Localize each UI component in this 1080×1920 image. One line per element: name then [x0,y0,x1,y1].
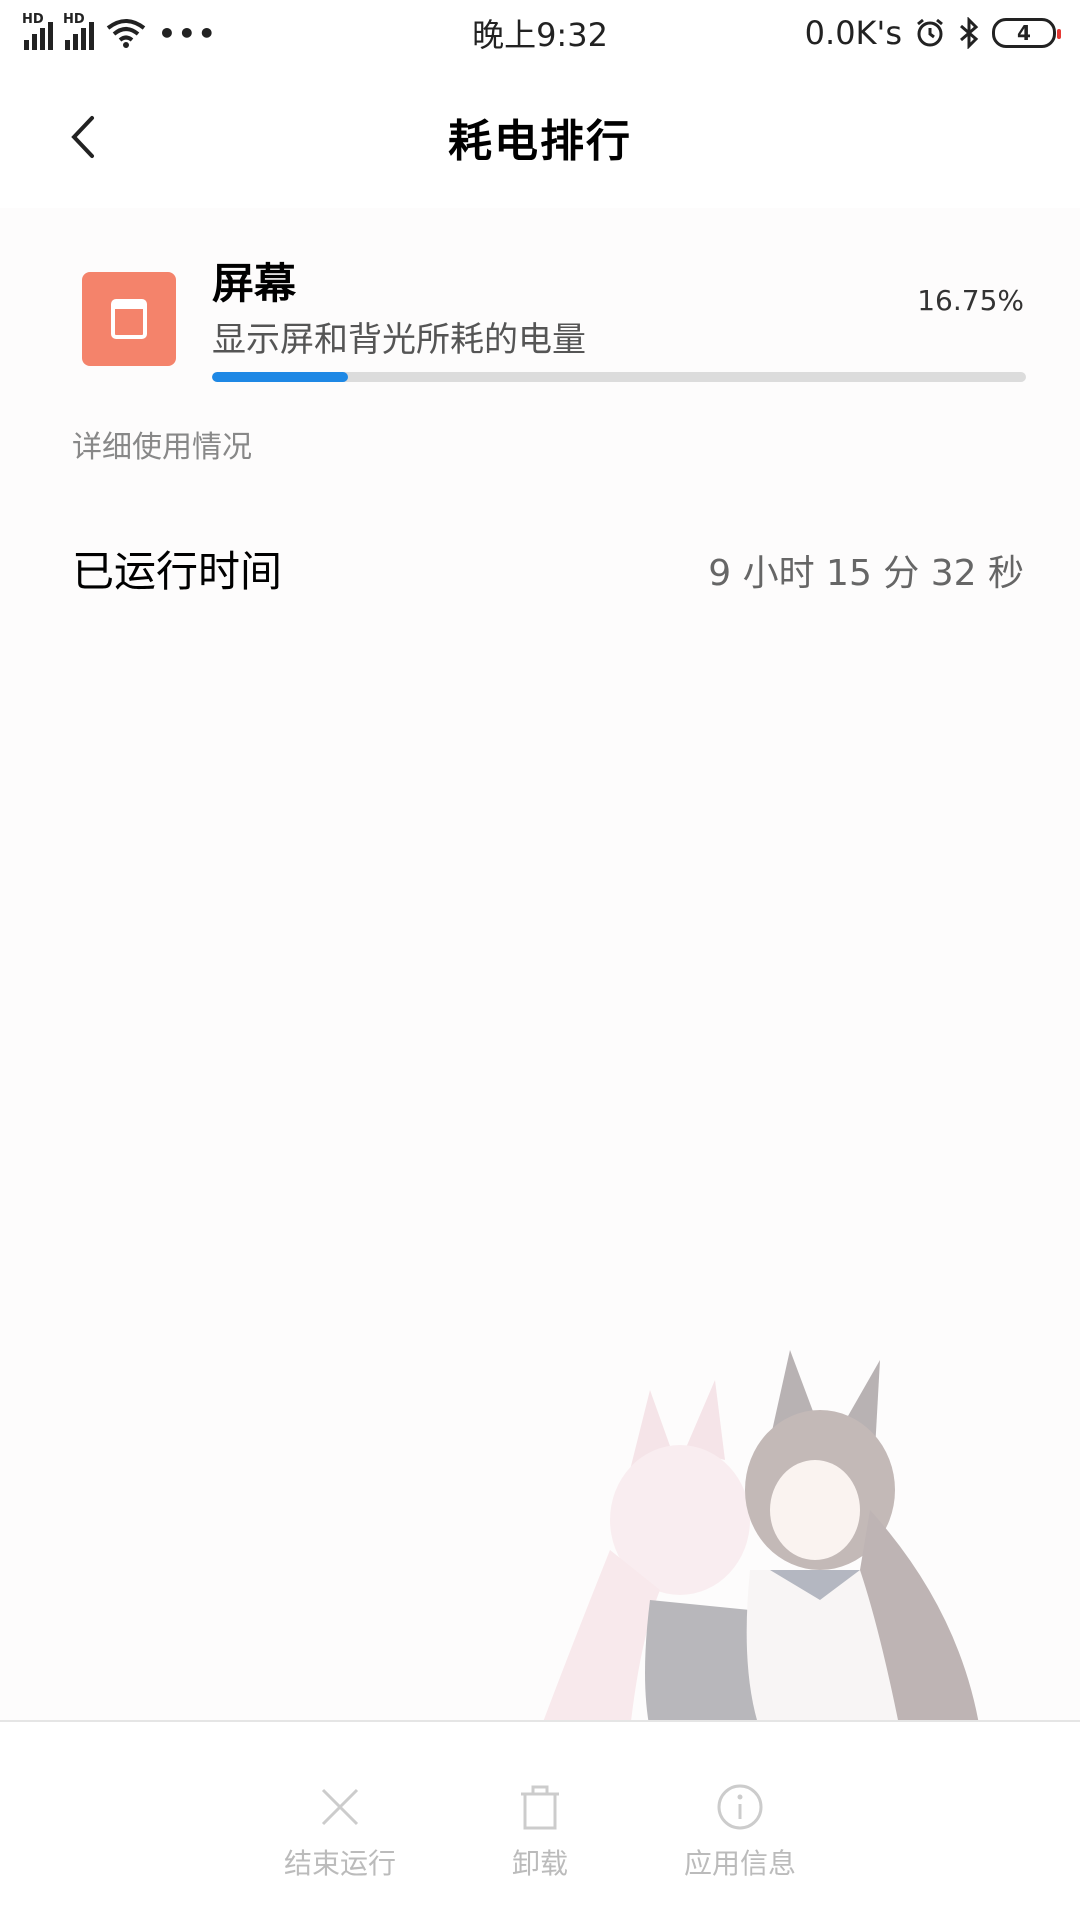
hd-label: HD [22,12,44,27]
cell-signal-icon-2: HD [63,12,94,50]
close-icon [321,1788,359,1826]
trash-icon [521,1785,559,1830]
app-info-button[interactable]: 应用信息 [675,1782,805,1920]
uninstall-label: 卸载 [511,1847,568,1880]
back-button-chevron-left-icon[interactable] [60,112,110,162]
cell-signal-icon: HD [22,12,53,50]
usage-item-screen: 屏幕 显示屏和背光所耗的电量 16.75% [0,228,1080,398]
item-title: 屏幕 [212,259,297,308]
page-title: 耗电排行 [448,116,632,167]
bluetooth-icon [960,17,979,49]
alarm-icon [917,18,943,47]
end-run-label: 结束运行 [283,1847,396,1880]
runtime-value: 9 小时 15 分 32 秒 [708,553,1024,594]
status-time: 晚上9:32 [472,16,608,54]
app-info-label: 应用信息 [683,1847,796,1880]
runtime-row: 已运行时间 9 小时 15 分 32 秒 [0,528,1080,608]
screen-icon [82,272,176,366]
bottom-action-bar: 结束运行 卸载 应用信息 [0,1720,1080,1920]
item-description: 显示屏和背光所耗的电量 [212,320,586,360]
info-icon [717,1784,763,1830]
more-notifications-icon: ••• [158,16,218,50]
hd-label-2: HD [63,12,85,27]
battery-level: 4 [1017,21,1031,45]
usage-progress-fill [212,372,349,382]
usage-progress-bar [212,372,1026,382]
uninstall-button[interactable]: 卸载 [475,1782,605,1920]
runtime-label: 已运行时间 [72,547,283,596]
item-percent: 16.75% [917,284,1024,317]
section-label-details: 详细使用情况 [72,430,252,465]
battery-icon: 4 [992,18,1061,48]
status-bar: HD HD ••• 晚上9:32 0.0K's 4 [0,0,1080,66]
wifi-icon [106,19,146,48]
background-illustration [540,1350,980,1730]
header: 耗电排行 [0,66,1080,208]
network-speed: 0.0K's [804,14,902,52]
end-run-button[interactable]: 结束运行 [275,1782,405,1920]
